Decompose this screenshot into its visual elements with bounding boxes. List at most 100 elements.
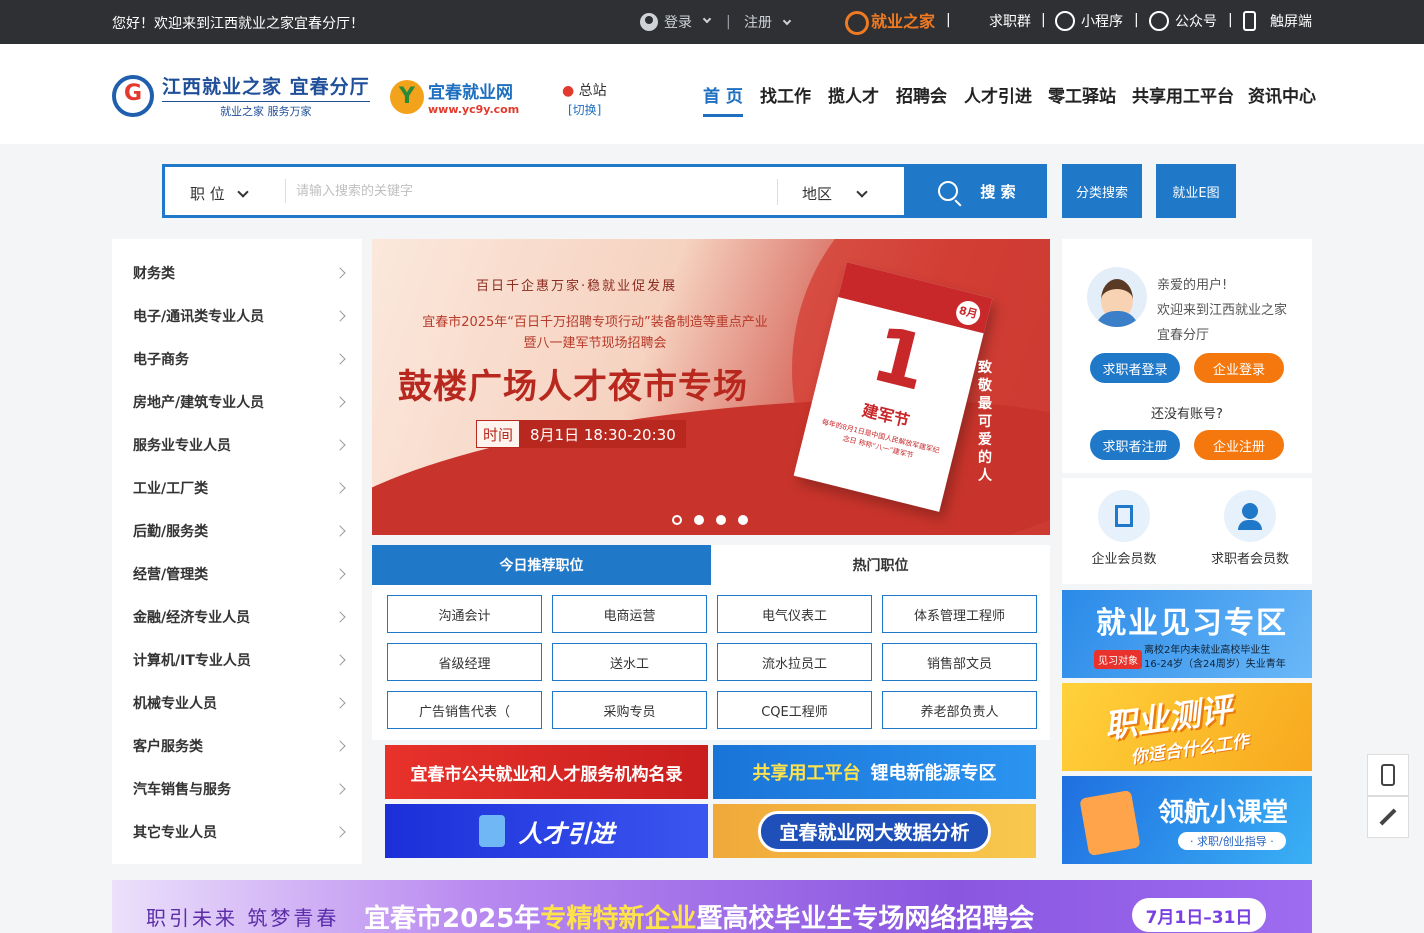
tab-recommended-jobs[interactable]: 今日推荐职位 — [372, 545, 711, 585]
search-input[interactable] — [285, 179, 775, 203]
shared-employment-banner[interactable]: 共享用工平台 锂电新能源专区 — [713, 745, 1036, 799]
carousel-dot[interactable] — [716, 515, 726, 525]
location-pin-icon: ● — [562, 83, 575, 99]
job-tag[interactable]: 省级经理 — [387, 643, 542, 681]
welcome-text: 您好！欢迎来到江西就业之家宜春分厅！ — [112, 16, 364, 32]
nav-talent[interactable]: 揽人才 — [828, 82, 879, 107]
header: 江西就业之家 宜春分厅 就业之家 服务万家 Y 宜春就业网 www.yc9y.c… — [0, 44, 1424, 144]
category-search-button[interactable]: 分类搜索 — [1062, 164, 1142, 218]
phone-icon — [1243, 11, 1256, 31]
talent-introduction-banner[interactable]: 人才引进 — [385, 804, 708, 858]
mini-program-link[interactable]: 小程序 — [1055, 11, 1123, 31]
chevron-right-icon — [334, 567, 346, 580]
job-fair-banner[interactable]: 职引未来 筑梦青春 宜春市2025年专精特新企业暨高校毕业生专场网络招聘会 7月… — [112, 880, 1312, 933]
category-item[interactable]: 机械专业人员 — [112, 681, 362, 724]
bigdata-analysis-banner[interactable]: 宜春就业网大数据分析 — [713, 804, 1036, 858]
user-panel: 亲爱的用户! 欢迎来到江西就业之家宜春分厅 求职者登录 企业登录 还没有账号? … — [1062, 239, 1312, 473]
nav-news[interactable]: 资讯中心 — [1248, 82, 1316, 107]
phone-icon — [1381, 764, 1395, 786]
employment-map-button[interactable]: 就业E图 — [1156, 164, 1236, 218]
main-banner-carousel[interactable]: 百日千企惠万家·稳就业促发展 宜春市2025年“百日千万招聘专项行动”装备制造等… — [372, 239, 1050, 535]
tab-hot-jobs[interactable]: 热门职位 — [711, 545, 1050, 585]
job-tag[interactable]: 采购专员 — [552, 691, 707, 729]
mobile-version-button[interactable] — [1367, 754, 1409, 796]
career-assessment-banner[interactable]: 职业测评 你适合什么工作 — [1062, 683, 1312, 771]
chevron-right-icon — [334, 524, 346, 537]
top-bar: 您好！欢迎来到江西就业之家宜春分厅！ 登录 | 注册 就业之家 | 求职群 | … — [0, 0, 1424, 44]
chevron-down-icon — [237, 186, 249, 198]
job-tag[interactable]: 销售部文员 — [882, 643, 1037, 681]
category-item[interactable]: 财务类 — [112, 251, 362, 294]
wechat-icon — [1149, 11, 1169, 31]
yichun-logo[interactable]: Y 宜春就业网 www.yc9y.com — [390, 78, 519, 116]
nav-job-fair[interactable]: 招聘会 — [896, 82, 947, 107]
wechat-account-link[interactable]: 公众号 — [1149, 11, 1217, 31]
job-tag[interactable]: 广告销售代表（ — [387, 691, 542, 729]
chevron-right-icon — [334, 352, 346, 365]
banner-description: 宜春市2025年“百日千万招聘专项行动”装备制造等重点产业 暨八一建军节现场招聘… — [422, 315, 768, 351]
banner-title: 鼓楼广场人才夜市专场 — [398, 367, 748, 407]
job-tag[interactable]: 电气仪表工 — [717, 595, 872, 633]
nav-home[interactable]: 首 页 — [703, 82, 743, 117]
category-item[interactable]: 其它专业人员 — [112, 810, 362, 853]
category-item[interactable]: 电子/通讯类专业人员 — [112, 294, 362, 337]
job-tag[interactable]: 流水拉员工 — [717, 643, 872, 681]
chevron-right-icon — [334, 653, 346, 666]
search-type-select[interactable]: 职 位 — [190, 183, 249, 204]
mini-program-icon — [1055, 11, 1075, 31]
mobile-site-link[interactable]: 触屏端 — [1243, 11, 1312, 31]
carousel-dot[interactable] — [672, 515, 682, 525]
category-item[interactable]: 房地产/建筑专业人员 — [112, 380, 362, 423]
jiuye-brand-logo[interactable]: 就业之家 — [845, 8, 935, 35]
chevron-down-icon — [783, 16, 792, 26]
chevron-down-icon — [856, 186, 868, 198]
job-tag[interactable]: 养老部负责人 — [882, 691, 1037, 729]
job-tag[interactable]: 电商运营 — [552, 595, 707, 633]
user-icon — [640, 13, 658, 31]
nav-talent-introduction[interactable]: 人才引进 — [964, 82, 1032, 107]
category-item[interactable]: 服务业专业人员 — [112, 423, 362, 466]
region-select[interactable]: 地区 — [802, 183, 868, 204]
feedback-button[interactable] — [1367, 796, 1409, 838]
job-tag[interactable]: 送水工 — [552, 643, 707, 681]
category-item[interactable]: 汽车销售与服务 — [112, 767, 362, 810]
book-icon — [1079, 789, 1141, 857]
category-item[interactable]: 客户服务类 — [112, 724, 362, 767]
internship-zone-banner[interactable]: 就业见习专区 见习对象 离校2年内未就业高校毕业生 16-24岁（含24周岁）失… — [1062, 590, 1312, 678]
job-tag[interactable]: 沟通会计 — [387, 595, 542, 633]
carousel-dot[interactable] — [738, 515, 748, 525]
chevron-right-icon — [334, 309, 346, 322]
register-link[interactable]: 注册 — [744, 12, 792, 32]
category-item[interactable]: 后勤/服务类 — [112, 509, 362, 552]
avatar — [1087, 267, 1147, 327]
station-selector[interactable]: ● 总站 [切换] — [562, 80, 607, 118]
person-icon — [1224, 490, 1276, 542]
category-item[interactable]: 电子商务 — [112, 337, 362, 380]
login-link[interactable]: 登录 | — [640, 12, 731, 32]
category-item[interactable]: 金融/经济专业人员 — [112, 595, 362, 638]
search-button[interactable]: 搜 索 — [907, 164, 1047, 218]
nav-gig-station[interactable]: 零工驿站 — [1048, 82, 1116, 107]
company-register-button[interactable]: 企业注册 — [1194, 430, 1284, 460]
navigation-class-banner[interactable]: 领航小课堂 · 求职/创业指导 · — [1062, 776, 1312, 864]
public-service-directory-banner[interactable]: 宜春市公共就业和人才服务机构名录 — [385, 745, 708, 799]
company-member-stat[interactable]: 企业会员数 — [1064, 490, 1184, 567]
carousel-dot[interactable] — [694, 515, 704, 525]
category-item[interactable]: 计算机/IT专业人员 — [112, 638, 362, 681]
seeker-login-button[interactable]: 求职者登录 — [1090, 353, 1180, 383]
nav-find-job[interactable]: 找工作 — [760, 82, 811, 107]
nav-shared-employment[interactable]: 共享用工平台 — [1132, 82, 1234, 107]
job-tag[interactable]: CQE工程师 — [717, 691, 872, 729]
seeker-member-stat[interactable]: 求职者会员数 — [1190, 490, 1310, 567]
carousel-dots — [672, 515, 748, 525]
jiangxi-logo[interactable]: 江西就业之家 宜春分厅 就业之家 服务万家 — [112, 72, 370, 119]
category-item[interactable]: 经营/管理类 — [112, 552, 362, 595]
company-login-button[interactable]: 企业登录 — [1194, 353, 1284, 383]
switch-station-link[interactable]: [切换] — [562, 101, 607, 118]
building-icon — [1098, 490, 1150, 542]
chevron-right-icon — [334, 782, 346, 795]
category-item[interactable]: 工业/工厂类 — [112, 466, 362, 509]
job-group-link[interactable]: 求职群 — [989, 11, 1031, 31]
job-tag[interactable]: 体系管理工程师 — [882, 595, 1037, 633]
seeker-register-button[interactable]: 求职者注册 — [1090, 430, 1180, 460]
